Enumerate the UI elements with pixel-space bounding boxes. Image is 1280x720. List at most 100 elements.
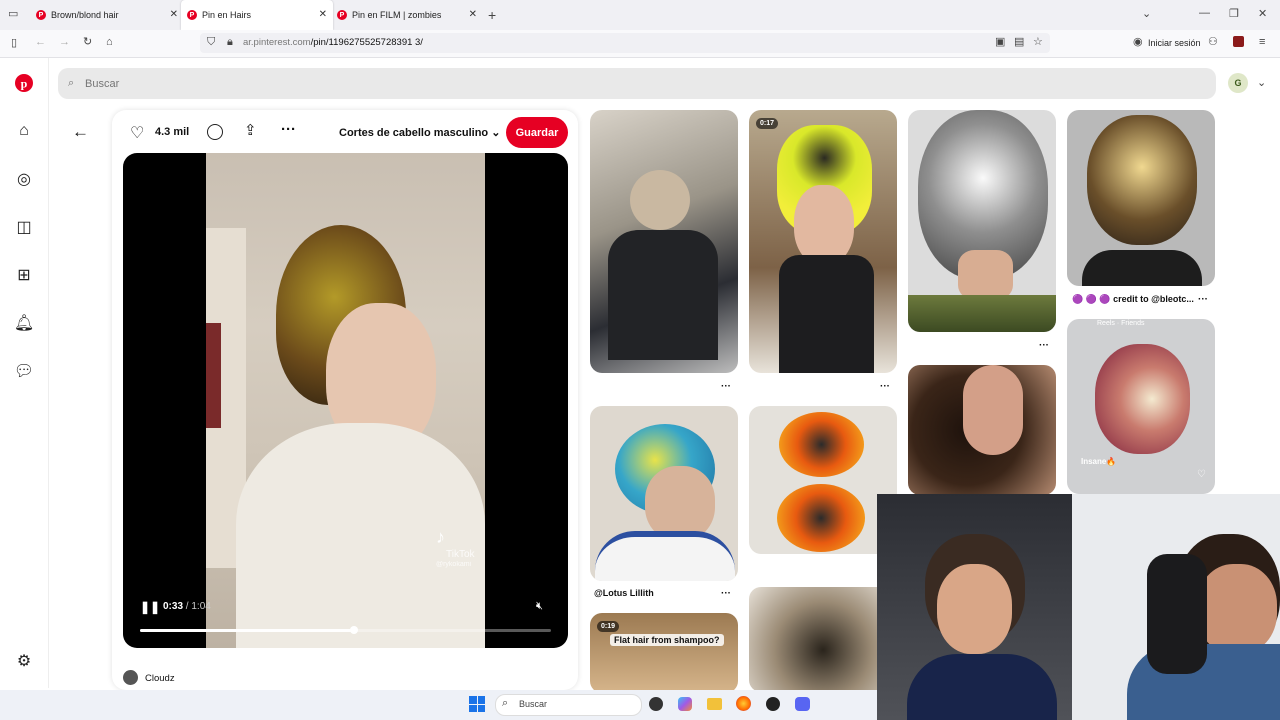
- shirt: [236, 423, 485, 648]
- pin-image-shirt: [908, 295, 1056, 332]
- pin-card[interactable]: [749, 587, 897, 692]
- pin-card[interactable]: [908, 365, 1056, 495]
- reload-icon[interactable]: ↻: [83, 37, 92, 48]
- tab-label: Pin en FILM | zombies: [352, 10, 442, 20]
- pin-more-icon[interactable]: ···: [721, 381, 731, 392]
- app-icon[interactable]: [649, 697, 663, 711]
- video-frame: ♪ TikTok @rykokami: [206, 153, 485, 648]
- pin-more-icon[interactable]: ···: [880, 381, 890, 392]
- reader-view-icon[interactable]: ▤: [1014, 37, 1024, 48]
- pin-card[interactable]: [908, 110, 1056, 332]
- search-input[interactable]: [58, 68, 1216, 99]
- pin-image-hand: [963, 365, 1023, 455]
- pin-overlay-label: Insane🔥: [1081, 457, 1117, 466]
- taskbar-search[interactable]: [495, 694, 642, 716]
- pin-caption[interactable]: 🟣 🟣 🟣 credit to @bleotc...: [1072, 294, 1194, 305]
- discord-icon[interactable]: [795, 697, 810, 711]
- ublock-icon[interactable]: [1233, 36, 1244, 47]
- back-icon[interactable]: ←: [35, 37, 46, 48]
- tab-pin-en-hairs[interactable]: P Pin en Hairs ✕: [181, 0, 333, 30]
- copilot-icon[interactable]: [678, 697, 692, 711]
- home-icon[interactable]: ⌂: [106, 37, 113, 48]
- avatar[interactable]: G: [1228, 73, 1248, 93]
- maximize-icon[interactable]: ❐: [1229, 9, 1239, 20]
- pin-card[interactable]: [1067, 110, 1215, 286]
- app-icon[interactable]: [766, 697, 780, 711]
- settings-gear-icon[interactable]: ⚙: [14, 651, 34, 671]
- pin-image-shirt: [608, 230, 718, 360]
- pin-card[interactable]: 0:19 Flat hair from shampoo?: [590, 613, 738, 693]
- pin-card[interactable]: [590, 406, 738, 581]
- close-tab-icon[interactable]: ✕: [319, 9, 327, 20]
- pin-more-icon[interactable]: ···: [721, 588, 731, 599]
- url-text[interactable]: ar.pinterest.com/pin/1196275525728391 3/: [243, 37, 423, 48]
- pin-more-icon[interactable]: ···: [1039, 340, 1049, 351]
- account-icon[interactable]: ◉: [1133, 37, 1143, 48]
- pin-image-face: [645, 466, 715, 541]
- explore-icon[interactable]: ◎: [14, 169, 34, 189]
- pause-icon[interactable]: ❚❚: [140, 600, 160, 614]
- pinterest-favicon-icon: P: [337, 10, 347, 20]
- close-tab-icon[interactable]: ✕: [170, 9, 178, 20]
- minimize-icon[interactable]: —: [1199, 8, 1210, 19]
- comment-icon[interactable]: [207, 124, 223, 140]
- shield-icon[interactable]: ⛉: [207, 37, 215, 48]
- tab-film-zombies[interactable]: P Pin en FILM | zombies ✕: [331, 0, 483, 30]
- heart-icon[interactable]: ♡: [1197, 469, 1206, 480]
- menu-icon[interactable]: ≡: [1259, 37, 1265, 48]
- pin-image-head: [630, 170, 690, 230]
- boards-icon[interactable]: ◫: [14, 217, 34, 237]
- pin-caption[interactable]: @Lotus Lillith: [594, 588, 654, 598]
- progress-fill: [140, 629, 354, 632]
- more-options-icon[interactable]: ···: [281, 121, 296, 138]
- pin-overlay-text: Reels · Friends: [1097, 320, 1145, 327]
- author-avatar[interactable]: [123, 670, 138, 685]
- create-icon[interactable]: ⊞: [14, 265, 34, 285]
- signin-button[interactable]: Iniciar sesión: [1148, 38, 1201, 48]
- pinterest-favicon-icon: P: [187, 10, 197, 20]
- pin-video[interactable]: ♪ TikTok @rykokami ❚❚ 0:33 / 1:04 🔇︎: [123, 153, 568, 648]
- close-tab-icon[interactable]: ✕: [469, 9, 477, 20]
- board-select[interactable]: Cortes de cabello masculino ⌄: [339, 126, 500, 139]
- sidebar-icon[interactable]: ▯: [11, 38, 17, 49]
- svg-text:p: p: [21, 77, 28, 91]
- pin-card[interactable]: Reels · Friends Insane🔥 ♡: [1067, 319, 1215, 494]
- share-icon[interactable]: ⇪: [244, 121, 257, 139]
- author-name[interactable]: Cloudz: [145, 673, 175, 684]
- chevron-down-icon[interactable]: ⌄: [1142, 9, 1151, 20]
- chevron-down-icon: ⌄: [491, 127, 501, 139]
- mute-icon[interactable]: 🔇︎: [536, 600, 543, 613]
- firefox-icon[interactable]: [736, 696, 751, 711]
- poster: [206, 323, 221, 428]
- bookmark-star-icon[interactable]: ☆: [1033, 37, 1043, 48]
- account-menu-chevron-icon[interactable]: ⌄: [1257, 78, 1266, 89]
- windows-start-icon[interactable]: [469, 696, 485, 712]
- tab-label: Pin en Hairs: [202, 10, 252, 20]
- forward-icon[interactable]: →: [59, 37, 70, 48]
- notifications-bell-icon[interactable]: 🔔︎: [14, 313, 34, 333]
- tab-brown-blond[interactable]: P Brown/blond hair ✕: [30, 0, 184, 30]
- pinterest-logo-icon[interactable]: p: [14, 73, 34, 93]
- extensions-icon[interactable]: ⚇: [1208, 37, 1218, 48]
- pin-more-icon[interactable]: ···: [1198, 294, 1208, 305]
- back-arrow-icon[interactable]: ←: [72, 122, 89, 142]
- taskbar-search-label: Buscar: [519, 699, 548, 709]
- tab-list-icon[interactable]: ▭: [8, 9, 18, 20]
- picture-in-picture-icon[interactable]: ▣: [995, 37, 1005, 48]
- pin-image-hair: [1087, 115, 1197, 245]
- progress-track[interactable]: [140, 626, 551, 634]
- tiktok-logo-icon: ♪: [436, 527, 445, 547]
- pin-card[interactable]: 0:17: [749, 110, 897, 373]
- progress-handle[interactable]: [349, 626, 358, 634]
- new-tab-icon[interactable]: +: [488, 8, 496, 22]
- messages-icon[interactable]: 💬︎: [14, 361, 34, 381]
- pin-card[interactable]: [749, 406, 897, 554]
- heart-icon[interactable]: ♡: [130, 123, 144, 143]
- pin-image-face: [794, 185, 854, 265]
- file-explorer-icon[interactable]: [707, 698, 722, 710]
- lock-icon: 🔒︎: [227, 36, 233, 48]
- close-window-icon[interactable]: ✕: [1258, 9, 1267, 20]
- home-icon[interactable]: ⌂: [14, 121, 34, 141]
- pin-card[interactable]: [590, 110, 738, 373]
- save-button[interactable]: Guardar: [506, 117, 568, 148]
